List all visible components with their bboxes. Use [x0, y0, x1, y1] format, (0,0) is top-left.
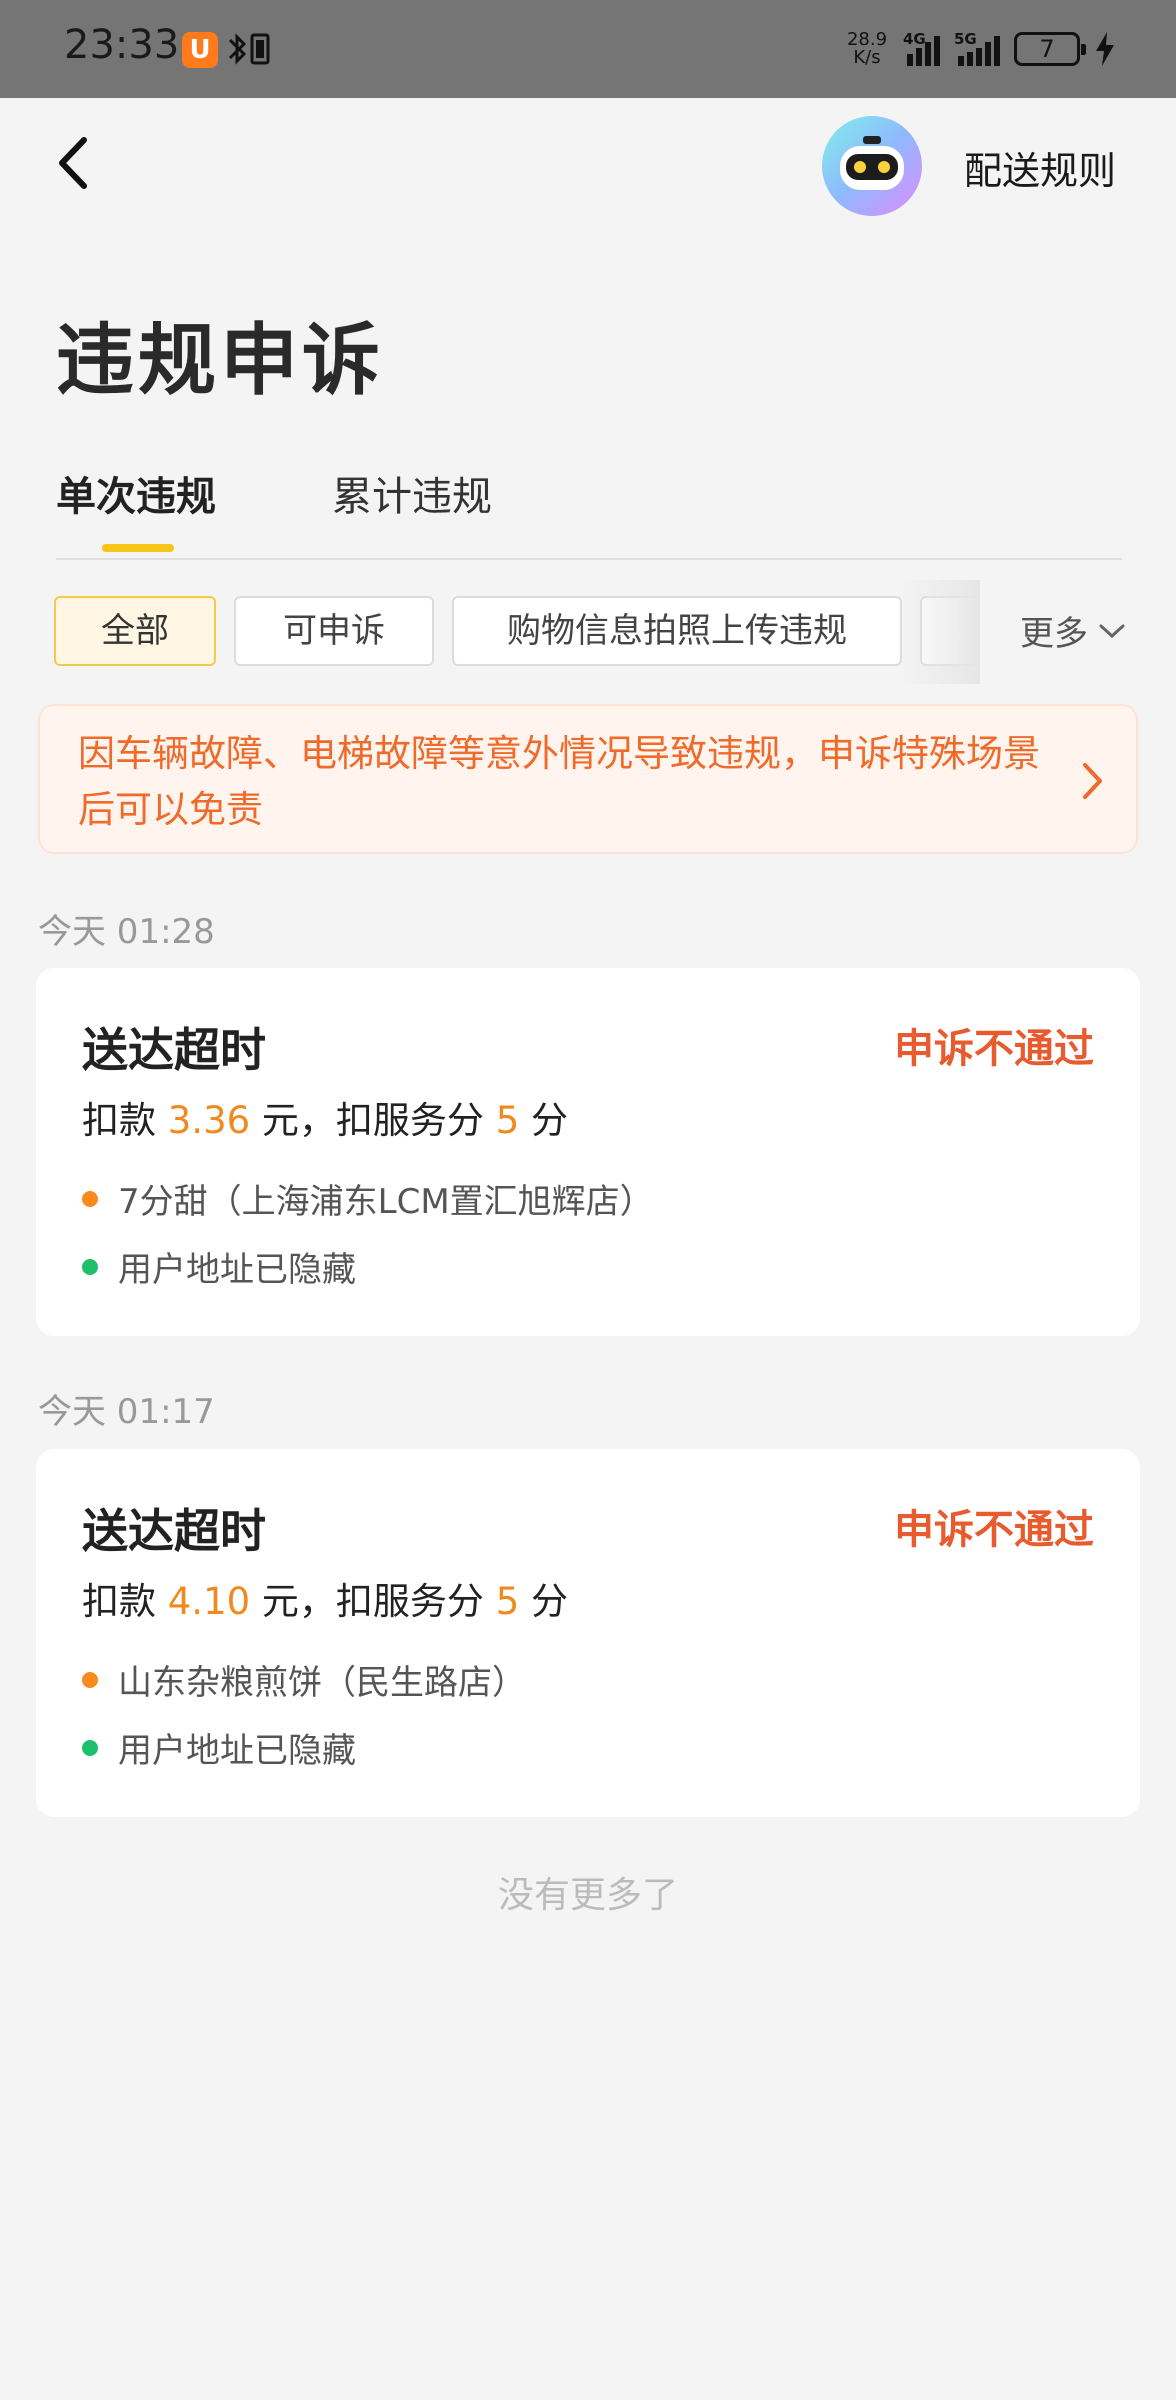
signal-4g-icon: 4G: [903, 32, 940, 66]
filter-chip-photo-upload-violation[interactable]: 购物信息拍照上传违规: [452, 596, 902, 666]
record-date: 今天 01:28: [38, 912, 215, 952]
address-line: 用户地址已隐藏: [82, 1242, 356, 1291]
more-filters-button[interactable]: 更多: [1020, 606, 1126, 655]
penalty-line: 扣款 3.36 元，扣服务分 5 分: [82, 1090, 568, 1144]
store-name: 山东杂粮煎饼（民生路店）: [118, 1663, 526, 1703]
address-line: 用户地址已隐藏: [82, 1723, 356, 1772]
bluetooth-vibrate-icon: [228, 33, 270, 65]
penalty-mid: 元，扣服务分: [250, 1580, 496, 1623]
battery-icon: 7: [1014, 32, 1086, 66]
violation-title: 送达超时: [82, 1023, 266, 1077]
end-of-list-text: 没有更多了: [497, 1875, 678, 1916]
penalty-suffix: 分: [519, 1099, 568, 1142]
filter-chips: 全部 可申诉 购物信息拍照上传违规: [54, 596, 980, 668]
record-date: 今天 01:17: [38, 1392, 215, 1432]
appeal-status-badge: 申诉不通过: [894, 1507, 1094, 1553]
tab-single-violation[interactable]: 单次违规: [56, 464, 216, 522]
robot-icon: [840, 136, 904, 190]
address-dot-icon: [82, 1258, 98, 1275]
customer-address: 用户地址已隐藏: [118, 1731, 356, 1771]
assistant-robot-avatar[interactable]: [822, 116, 922, 216]
penalty-suffix: 分: [519, 1580, 568, 1623]
status-bar: 23:33 U 28.9 K/s 4G 5G 7: [0, 0, 1176, 98]
customer-address: 用户地址已隐藏: [118, 1250, 356, 1290]
penalty-prefix: 扣款: [82, 1099, 168, 1142]
store-dot-icon: [82, 1671, 98, 1688]
delivery-rules-link[interactable]: 配送规则: [964, 140, 1116, 195]
chevron-right-icon: [1083, 763, 1102, 799]
store-dot-icon: [82, 1190, 98, 1207]
penalty-prefix: 扣款: [82, 1580, 168, 1623]
penalty-points: 5: [495, 1580, 520, 1623]
penalty-amount: 4.10: [167, 1580, 251, 1623]
exemption-notice-banner[interactable]: 因车辆故障、电梯故障等意外情况导致违规，申诉特殊场景后可以免责: [38, 704, 1138, 854]
signal-5g-icon: 5G: [954, 32, 1000, 66]
chevron-down-icon: [1099, 624, 1125, 638]
filter-chip-appealable[interactable]: 可申诉: [234, 596, 434, 666]
back-arrow-icon[interactable]: [44, 128, 104, 198]
chips-fade: [900, 580, 980, 684]
notice-text: 因车辆故障、电梯故障等意外情况导致违规，申诉特殊场景后可以免责: [78, 732, 1040, 831]
violation-record-card[interactable]: 送达超时 申诉不通过 扣款 4.10 元，扣服务分 5 分 山东杂粮煎饼（民生路…: [36, 1449, 1140, 1817]
penalty-mid: 元，扣服务分: [250, 1099, 496, 1142]
signal-5g-label: 5G: [954, 30, 977, 48]
active-tab-indicator: [102, 544, 174, 552]
tab-cumulative-violation[interactable]: 累计违规: [332, 464, 492, 522]
filter-chip-all[interactable]: 全部: [54, 596, 216, 666]
penalty-points: 5: [495, 1099, 520, 1142]
violation-tabs: 单次违规 累计违规: [56, 460, 1122, 560]
page-title: 违规申诉: [56, 316, 385, 406]
penalty-amount: 3.36: [167, 1099, 251, 1142]
address-dot-icon: [82, 1739, 98, 1756]
status-time: 23:33: [64, 22, 180, 68]
network-speed: 28.9 K/s: [845, 31, 889, 67]
app-notification-icon: U: [182, 32, 218, 68]
network-speed-unit: K/s: [853, 47, 881, 68]
top-bar: 配送规则: [0, 98, 1176, 238]
violation-record-card[interactable]: 送达超时 申诉不通过 扣款 3.36 元，扣服务分 5 分 7分甜（上海浦东LC…: [36, 968, 1140, 1336]
store-line: 7分甜（上海浦东LCM置汇旭辉店）: [82, 1174, 654, 1223]
store-name: 7分甜（上海浦东LCM置汇旭辉店）: [118, 1182, 654, 1222]
penalty-line: 扣款 4.10 元，扣服务分 5 分: [82, 1571, 568, 1625]
more-filters-label: 更多: [1020, 614, 1088, 654]
store-line: 山东杂粮煎饼（民生路店）: [82, 1655, 526, 1704]
violation-title: 送达超时: [82, 1504, 266, 1558]
appeal-status-badge: 申诉不通过: [894, 1026, 1094, 1072]
charging-icon: [1096, 32, 1114, 66]
signal-4g-label: 4G: [903, 30, 926, 48]
